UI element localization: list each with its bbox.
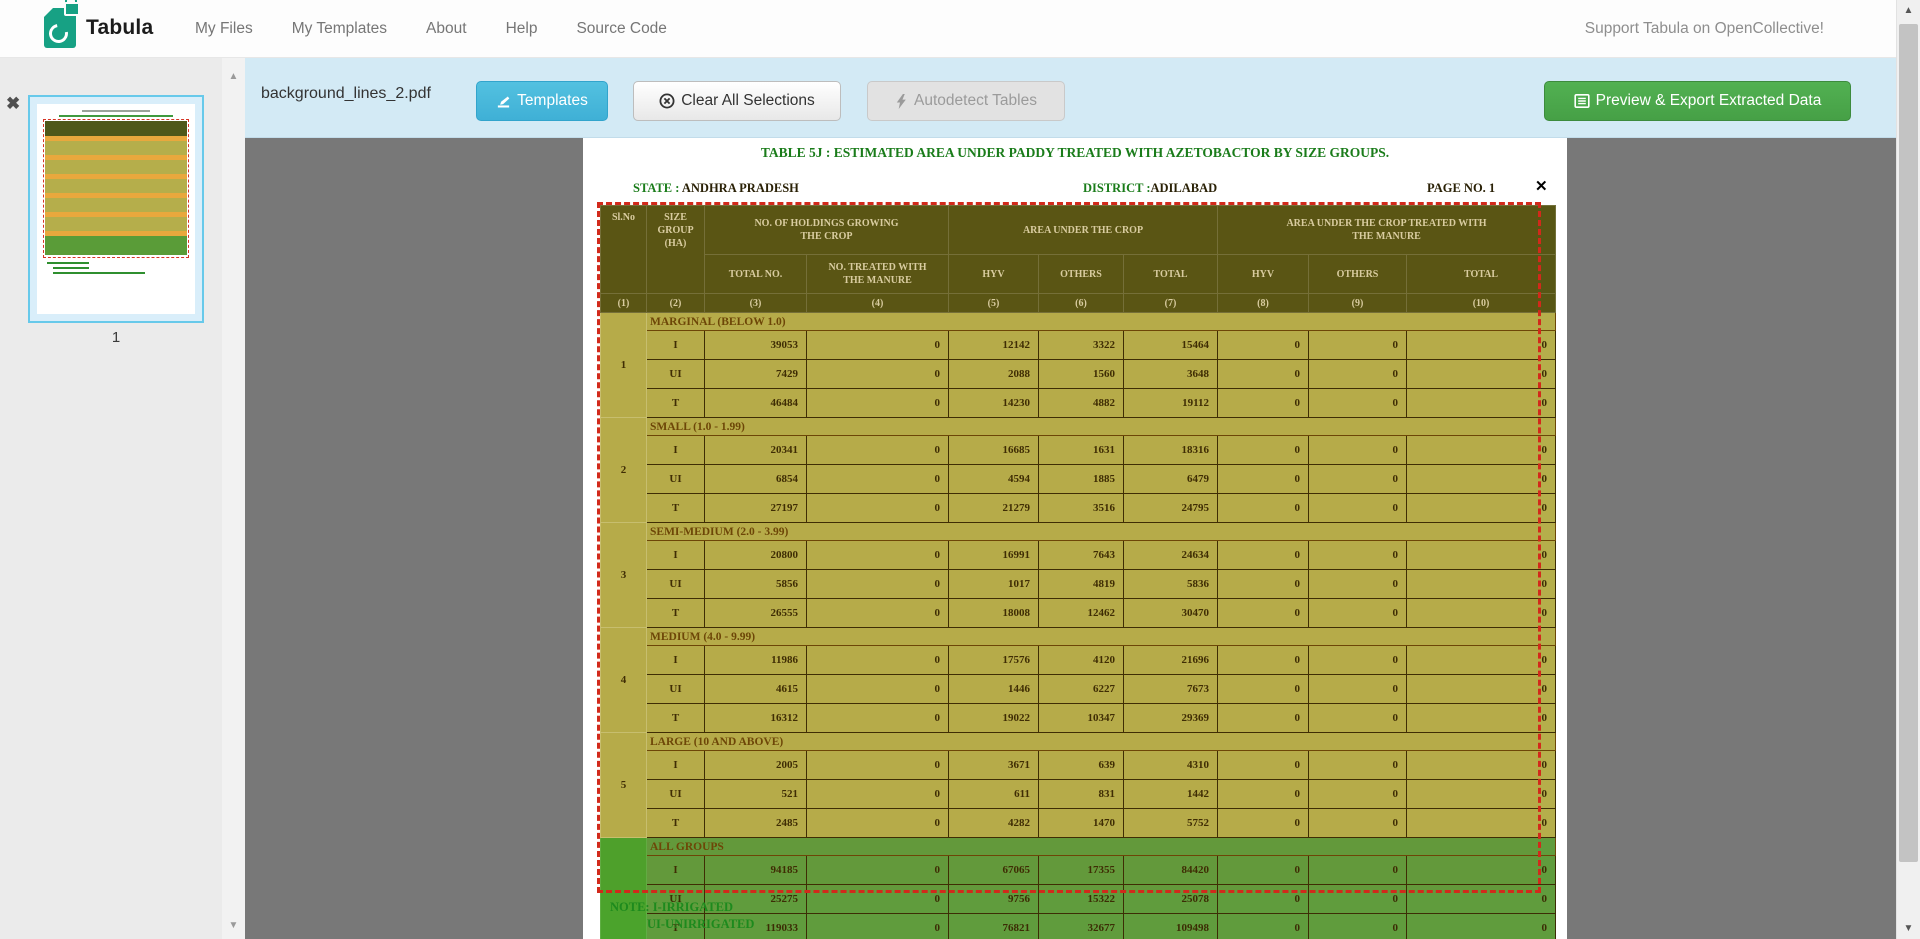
- sidebar-scroll-down-icon[interactable]: ▼: [222, 920, 245, 931]
- pdf-district: DISTRICT :ADILABAD: [1083, 181, 1217, 196]
- value-cell: 0: [1218, 914, 1309, 939]
- nav-item-source-code[interactable]: Source Code: [576, 20, 666, 38]
- sidebar-scrollbar[interactable]: ▲ ▼: [222, 57, 245, 939]
- scrollbar-thumb[interactable]: [1899, 24, 1918, 862]
- pdf-viewport: TABLE 5J : ESTIMATED AREA UNDER PADDY TR…: [245, 137, 1897, 939]
- nav-item-my-files[interactable]: My Files: [195, 20, 253, 38]
- table-selection-box[interactable]: [597, 202, 1541, 893]
- nav-item-my-templates[interactable]: My Templates: [292, 20, 387, 38]
- clear-all-selections-button[interactable]: Clear All Selections: [633, 81, 841, 121]
- value-cell: 0: [1407, 914, 1556, 939]
- thumbnail-page-image: [37, 104, 195, 314]
- selection-close-icon[interactable]: ✕: [1535, 179, 1548, 194]
- nav-item-help[interactable]: Help: [506, 20, 538, 38]
- table-list-icon: [1574, 93, 1590, 109]
- thumbnail-page-number: 1: [28, 329, 204, 346]
- pdf-page[interactable]: TABLE 5J : ESTIMATED AREA UNDER PADDY TR…: [583, 137, 1567, 939]
- value-cell: 109498: [1124, 914, 1218, 939]
- pdf-filename: background_lines_2.pdf: [261, 85, 431, 103]
- brand[interactable]: Tabula: [44, 8, 153, 48]
- navbar: Tabula My Files My Templates About Help …: [0, 0, 1920, 58]
- pdf-note-line1: NOTE: I-IRRIGATED: [610, 900, 733, 915]
- pdf-page-number-label: PAGE NO. 1: [1427, 181, 1495, 196]
- autodetect-tables-button[interactable]: Autodetect Tables: [867, 81, 1065, 121]
- lightning-icon: [895, 94, 908, 109]
- nav-menu: My Files My Templates About Help Source …: [195, 0, 667, 57]
- preview-export-button[interactable]: Preview & Export Extracted Data: [1544, 81, 1851, 121]
- value-cell: 0: [807, 914, 949, 939]
- remove-page-icon[interactable]: ✖: [6, 95, 20, 112]
- value-cell: 0: [1309, 914, 1407, 939]
- page-thumbnail[interactable]: [28, 95, 204, 323]
- scroll-down-icon[interactable]: ▼: [1897, 923, 1920, 934]
- pdf-state: STATE : ANDHRA PRADESH: [633, 181, 799, 196]
- support-link[interactable]: Support Tabula on OpenCollective!: [1585, 0, 1824, 57]
- tabula-app: Tabula My Files My Templates About Help …: [0, 0, 1920, 939]
- pdf-note-line2: UI-UNIRRIGATED: [647, 917, 754, 932]
- scroll-up-icon[interactable]: ▲: [1897, 5, 1920, 16]
- pdf-table-title: TABLE 5J : ESTIMATED AREA UNDER PADDY TR…: [583, 145, 1567, 161]
- template-save-icon: [496, 94, 511, 109]
- value-cell: 32677: [1039, 914, 1124, 939]
- thumbnail-sidebar: ▲ ▼ ✖: [0, 57, 245, 939]
- circled-x-icon: [659, 93, 675, 109]
- sidebar-scroll-up-icon[interactable]: ▲: [222, 71, 245, 82]
- brand-title: Tabula: [86, 16, 153, 40]
- tabula-logo-icon: [44, 8, 76, 48]
- value-cell: 76821: [949, 914, 1039, 939]
- window-scrollbar[interactable]: ▲ ▼: [1896, 0, 1920, 939]
- toolbar: background_lines_2.pdf Templates Clear A…: [245, 57, 1897, 138]
- nav-item-about[interactable]: About: [426, 20, 467, 38]
- templates-button[interactable]: Templates: [476, 81, 608, 121]
